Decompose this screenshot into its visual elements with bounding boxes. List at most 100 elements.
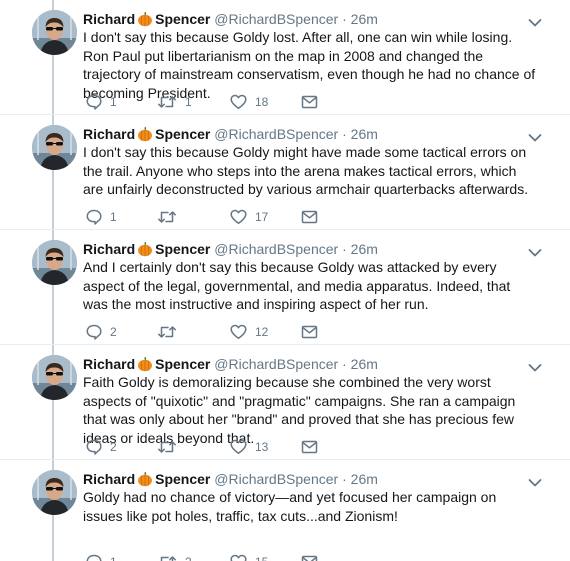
user-handle[interactable]: @RichardBSpencer <box>214 241 338 257</box>
chevron-down-icon[interactable] <box>528 245 542 257</box>
avatar[interactable] <box>32 470 77 515</box>
direct-message-button[interactable] <box>301 93 318 111</box>
avatar[interactable] <box>32 240 77 285</box>
avatar[interactable] <box>32 355 77 400</box>
reply-count: 2 <box>110 440 117 454</box>
display-name[interactable]: Richard Spencer <box>83 126 210 142</box>
tweet[interactable]: Richard Spencer @RichardBSpencer · 26m An… <box>0 230 570 345</box>
reply-button[interactable]: 1 <box>86 208 117 226</box>
envelope-icon <box>301 324 318 340</box>
tweet[interactable]: Richard Spencer @RichardBSpencer · 26m I … <box>0 0 570 115</box>
like-button[interactable]: 13 <box>230 438 268 456</box>
direct-message-button[interactable] <box>301 553 318 561</box>
tweet-text: Goldy had no chance of victory—and yet f… <box>83 489 497 524</box>
tweet-header: Richard Spencer @RichardBSpencer · 26m <box>83 239 540 259</box>
heart-outline-icon <box>230 209 247 225</box>
heart-outline-icon <box>230 439 247 455</box>
direct-message-button[interactable] <box>301 323 318 341</box>
speech-bubble-icon <box>86 94 102 110</box>
like-count: 17 <box>255 210 269 224</box>
tweet-actions: 2 13 <box>86 438 386 456</box>
like-count: 18 <box>255 95 269 109</box>
chevron-down-icon[interactable] <box>528 360 542 372</box>
tweet-actions: 1 2 15 <box>86 553 386 561</box>
retweet-arrows-icon <box>157 554 177 561</box>
name-first[interactable]: Richard <box>83 356 135 372</box>
display-name[interactable]: Richard Spencer <box>83 241 210 257</box>
direct-message-button[interactable] <box>301 438 318 456</box>
separator-dot: · <box>342 11 347 27</box>
direct-message-button[interactable] <box>301 208 318 226</box>
retweet-button[interactable] <box>157 323 185 341</box>
reply-count: 1 <box>110 555 117 561</box>
tweet-thread: Richard Spencer @RichardBSpencer · 26m I … <box>0 0 570 561</box>
name-first[interactable]: Richard <box>83 471 135 487</box>
reply-count: 2 <box>110 325 117 339</box>
timestamp[interactable]: 26m <box>351 11 378 27</box>
tweet-header: Richard Spencer @RichardBSpencer · 26m <box>83 354 540 374</box>
separator-dot: · <box>342 126 347 142</box>
name-last[interactable]: Spencer <box>155 126 210 142</box>
like-button[interactable]: 15 <box>230 553 268 561</box>
name-first[interactable]: Richard <box>83 11 135 27</box>
retweet-button[interactable] <box>157 438 185 456</box>
user-handle[interactable]: @RichardBSpencer <box>214 11 338 27</box>
speech-bubble-icon <box>86 554 102 561</box>
tweet-text: Faith Goldy is demoralizing because she … <box>83 374 516 447</box>
tweet[interactable]: Richard Spencer @RichardBSpencer · 26m Go… <box>0 460 570 561</box>
display-name[interactable]: Richard Spencer <box>83 356 210 372</box>
separator-dot: · <box>342 471 347 487</box>
speech-bubble-icon <box>86 324 102 340</box>
reply-button[interactable]: 1 <box>86 553 117 561</box>
name-last[interactable]: Spencer <box>155 241 210 257</box>
display-name[interactable]: Richard Spencer <box>83 471 210 487</box>
like-button[interactable]: 17 <box>230 208 268 226</box>
tweet-text: I don't say this because Goldy might hav… <box>83 144 529 198</box>
tweet[interactable]: Richard Spencer @RichardBSpencer · 26m Fa… <box>0 345 570 460</box>
like-count: 15 <box>255 555 268 561</box>
display-name[interactable]: Richard Spencer <box>83 11 210 27</box>
tweet-text: I don't say this because Goldy lost. Aft… <box>83 29 536 102</box>
tweet[interactable]: Richard Spencer @RichardBSpencer · 26m I … <box>0 115 570 230</box>
retweet-button[interactable]: 1 <box>157 93 192 111</box>
heart-outline-icon <box>230 94 247 110</box>
envelope-icon <box>301 94 318 110</box>
chevron-down-icon[interactable] <box>528 130 542 142</box>
name-first[interactable]: Richard <box>83 126 135 142</box>
name-last[interactable]: Spencer <box>155 471 210 487</box>
retweet-arrows-icon <box>157 324 177 340</box>
speech-bubble-icon <box>86 209 102 225</box>
reply-button[interactable]: 1 <box>86 93 117 111</box>
chevron-down-icon[interactable] <box>528 15 542 27</box>
envelope-icon <box>301 209 318 225</box>
user-handle[interactable]: @RichardBSpencer <box>214 356 338 372</box>
name-last[interactable]: Spencer <box>155 356 210 372</box>
tweet-actions: 1 1 18 <box>86 93 386 111</box>
tweet-header: Richard Spencer @RichardBSpencer · 26m <box>83 124 540 144</box>
separator-dot: · <box>342 241 347 257</box>
tweet-actions: 2 12 <box>86 323 386 341</box>
user-handle[interactable]: @RichardBSpencer <box>214 471 338 487</box>
user-handle[interactable]: @RichardBSpencer <box>214 126 338 142</box>
heart-outline-icon <box>230 324 247 340</box>
tweet-actions: 1 17 <box>86 208 386 226</box>
avatar[interactable] <box>32 10 77 55</box>
name-last[interactable]: Spencer <box>155 11 210 27</box>
like-button[interactable]: 18 <box>230 93 268 111</box>
timestamp[interactable]: 26m <box>351 126 378 142</box>
chevron-down-icon[interactable] <box>528 475 542 487</box>
timestamp[interactable]: 26m <box>351 471 378 487</box>
envelope-icon <box>301 439 318 455</box>
reply-button[interactable]: 2 <box>86 323 117 341</box>
timestamp[interactable]: 26m <box>351 241 378 257</box>
retweet-arrows-icon <box>157 94 177 110</box>
like-button[interactable]: 12 <box>230 323 268 341</box>
retweet-button[interactable]: 2 <box>157 553 192 561</box>
name-first[interactable]: Richard <box>83 241 135 257</box>
avatar[interactable] <box>32 125 77 170</box>
tweet-header: Richard Spencer @RichardBSpencer · 26m <box>83 9 540 29</box>
retweet-button[interactable] <box>157 208 185 226</box>
retweet-count: 2 <box>185 555 192 561</box>
timestamp[interactable]: 26m <box>351 356 378 372</box>
reply-button[interactable]: 2 <box>86 438 117 456</box>
